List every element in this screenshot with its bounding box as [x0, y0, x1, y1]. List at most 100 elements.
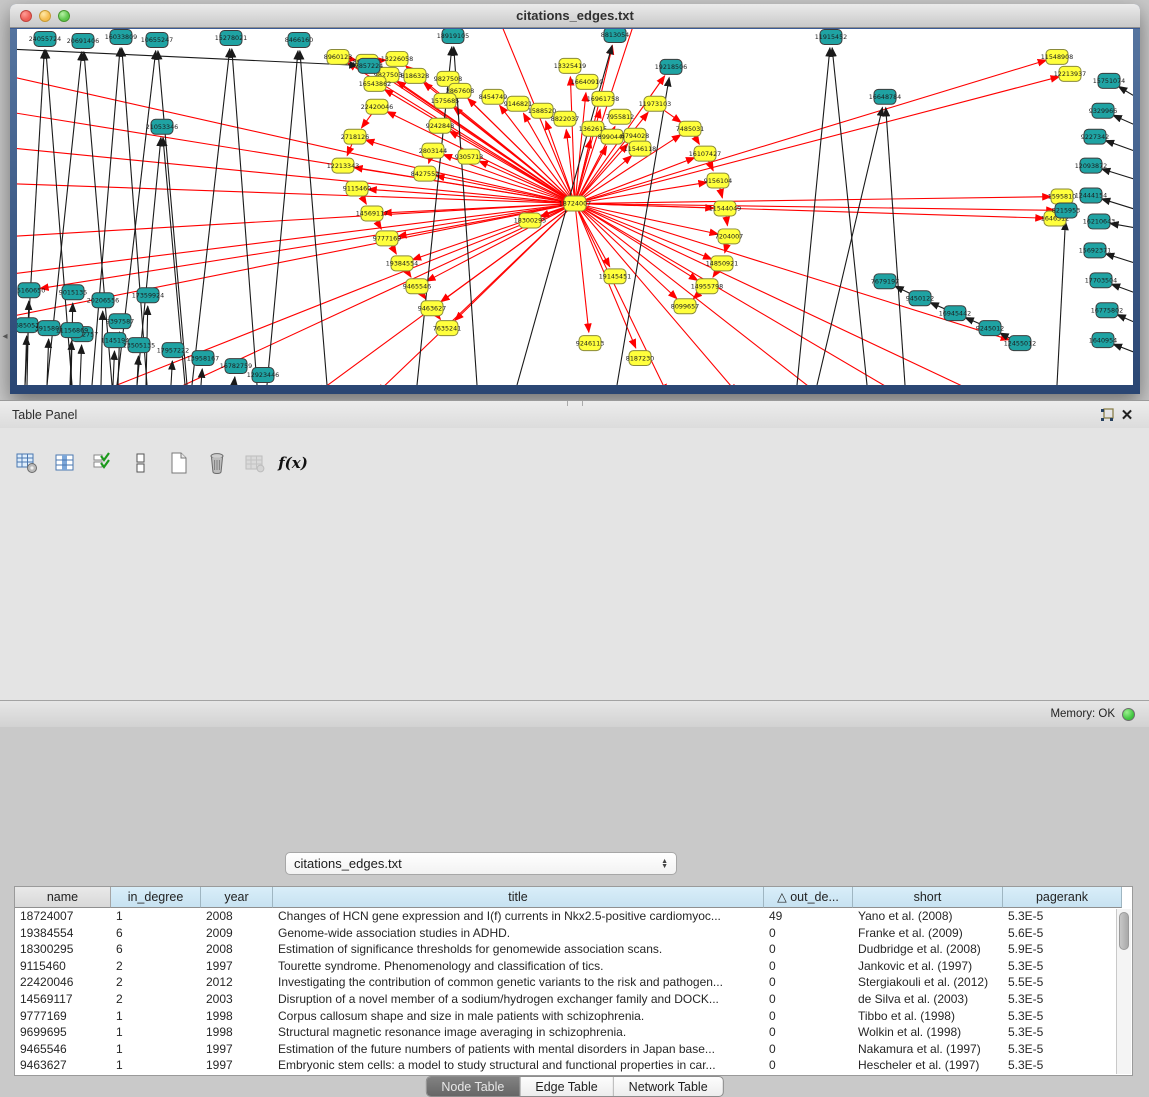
graph-node[interactable]: 9246113: [576, 336, 604, 351]
graph-node[interactable]: 20691406: [67, 33, 99, 48]
graph-node[interactable]: 13958167: [187, 351, 219, 366]
tab-edge-table[interactable]: Edge Table: [520, 1077, 613, 1096]
graph-node[interactable]: 9463627: [418, 301, 446, 316]
scrollbar-thumb[interactable]: [1119, 912, 1129, 950]
graph-node[interactable]: 7485031: [676, 121, 704, 136]
column-header-short[interactable]: short: [853, 887, 1003, 908]
graph-node[interactable]: 16648784: [869, 89, 901, 104]
graph-node[interactable]: 8960123: [324, 49, 352, 64]
table-row[interactable]: 1872400712008Changes of HCN gene express…: [15, 908, 1132, 925]
graph-node[interactable]: 8186328: [401, 68, 429, 83]
table-row[interactable]: 1456911722003Disruption of a novel membe…: [15, 991, 1132, 1008]
column-header-out_de[interactable]: △ out_de...: [764, 887, 853, 908]
graph-node[interactable]: 9242848: [426, 118, 454, 133]
table-row[interactable]: 1830029562008Estimation of significance …: [15, 941, 1132, 958]
minimize-window-button[interactable]: [39, 10, 51, 22]
graph-node[interactable]: 2718126: [341, 129, 369, 144]
tab-node-table[interactable]: Node Table: [426, 1077, 520, 1096]
table-row[interactable]: 969969511998Structural magnetic resonanc…: [15, 1024, 1132, 1041]
graph-node[interactable]: 21053346: [146, 119, 178, 134]
graph-node[interactable]: 8215953: [1052, 203, 1080, 218]
graph-node[interactable]: 17703504: [1085, 273, 1117, 288]
graph-node[interactable]: 11544049: [709, 201, 741, 216]
graph-node[interactable]: 12093872: [1075, 158, 1107, 173]
table-selector-dropdown[interactable]: citations_edges.txt ▲▼: [285, 852, 677, 875]
graph-node[interactable]: 9450122: [906, 291, 934, 306]
graph-node[interactable]: 12444154: [1075, 188, 1107, 203]
panel-splitter-handle[interactable]: [567, 401, 583, 406]
graph-node[interactable]: 25160650: [17, 283, 45, 298]
table-row[interactable]: 2242004622012Investigating the contribut…: [15, 974, 1132, 991]
graph-node[interactable]: 7635241: [433, 321, 461, 336]
table-row[interactable]: 946362711997Embryonic stem cells: a mode…: [15, 1057, 1132, 1074]
graph-node[interactable]: 16107427: [689, 146, 721, 161]
column-header-year[interactable]: year: [201, 887, 273, 908]
close-panel-icon[interactable]: ✕: [1117, 406, 1137, 424]
graph-node[interactable]: 11548908: [1041, 49, 1073, 64]
graph-node[interactable]: 1640954: [1089, 333, 1117, 348]
graph-node[interactable]: 14569117: [356, 206, 388, 221]
graph-node[interactable]: 12213343: [327, 158, 359, 173]
row-height-icon[interactable]: [128, 450, 154, 476]
graph-node[interactable]: 9156104: [704, 173, 732, 188]
graph-node[interactable]: 19218506: [655, 59, 687, 74]
network-canvas[interactable]: 8960123891295513226058982750381863281654…: [17, 29, 1133, 385]
column-header-pagerank[interactable]: pagerank: [1003, 887, 1122, 908]
graph-node[interactable]: 16033809: [105, 29, 137, 44]
table-row[interactable]: 946554611997Estimation of the future num…: [15, 1041, 1132, 1058]
graph-node[interactable]: 8822037: [551, 111, 579, 126]
memory-status-indicator[interactable]: [1122, 708, 1135, 721]
table-row[interactable]: 911546021997Tourette syndrome. Phenomeno…: [15, 958, 1132, 975]
column-header-title[interactable]: title: [273, 887, 764, 908]
graph-node[interactable]: 15278021: [215, 30, 247, 45]
create-column-icon[interactable]: [166, 450, 192, 476]
graph-node[interactable]: 9115460: [343, 181, 371, 196]
graph-node[interactable]: 9777169: [373, 231, 401, 246]
graph-node[interactable]: 24055724: [29, 31, 61, 46]
hide-panel-arrow[interactable]: ◂: [1, 330, 9, 344]
column-header-name[interactable]: name: [15, 887, 111, 908]
table-mode-icon[interactable]: [14, 450, 40, 476]
graph-node[interactable]: 9245012: [976, 321, 1004, 336]
graph-node[interactable]: 19384554: [386, 256, 418, 271]
graph-node[interactable]: 8427552: [411, 166, 439, 181]
graph-node[interactable]: 9227342: [1081, 129, 1109, 144]
graph-node[interactable]: 9397587: [106, 314, 134, 329]
graph-node[interactable]: 7857224: [355, 58, 383, 73]
graph-node[interactable]: 18919105: [437, 29, 469, 43]
window-titlebar[interactable]: citations_edges.txt: [10, 4, 1140, 28]
graph-node[interactable]: 17359924: [132, 288, 164, 303]
table-row[interactable]: 977716911998Corpus callosum shape and si…: [15, 1008, 1132, 1025]
table-scrollbar[interactable]: [1116, 909, 1131, 1074]
graph-node[interactable]: 9329966: [1089, 103, 1117, 118]
graph-node[interactable]: 11973103: [639, 96, 671, 111]
table-row[interactable]: 1938455462009Genome-wide association stu…: [15, 925, 1132, 942]
graph-node[interactable]: 7204007: [715, 229, 743, 244]
graph-node[interactable]: 7679197: [871, 274, 899, 289]
graph-node[interactable]: 9305713: [455, 149, 483, 164]
column-header-in_degree[interactable]: in_degree: [111, 887, 201, 908]
graph-node[interactable]: 7955812: [606, 109, 634, 124]
graph-node[interactable]: 13325419: [554, 58, 586, 73]
graph-node[interactable]: 1575685: [431, 93, 459, 108]
graph-node[interactable]: 16210643: [1083, 214, 1115, 229]
graph-node[interactable]: 15751074: [1093, 73, 1125, 88]
graph-node[interactable]: 14850921: [706, 256, 738, 271]
delete-column-icon[interactable]: [204, 450, 230, 476]
graph-node[interactable]: 2803144: [419, 143, 447, 158]
graph-node[interactable]: 15692371: [1079, 243, 1111, 258]
function-builder-icon[interactable]: f(x): [280, 450, 306, 476]
graph-node[interactable]: 1595810: [1048, 189, 1076, 204]
graph-node[interactable]: 9465546: [403, 279, 431, 294]
zoom-window-button[interactable]: [58, 10, 70, 22]
graph-node[interactable]: 8187230: [626, 351, 654, 366]
graph-node[interactable]: 11915452: [815, 29, 847, 44]
float-panel-icon[interactable]: [1097, 406, 1117, 424]
graph-node[interactable]: 20206556: [87, 293, 119, 308]
graph-node[interactable]: 16961758: [587, 91, 619, 106]
tab-network-table[interactable]: Network Table: [614, 1077, 723, 1096]
graph-node[interactable]: 8099657: [671, 299, 699, 314]
select-rows-icon[interactable]: [90, 450, 116, 476]
graph-node[interactable]: 8813054: [601, 29, 629, 42]
graph-node[interactable]: 13226058: [381, 51, 413, 66]
